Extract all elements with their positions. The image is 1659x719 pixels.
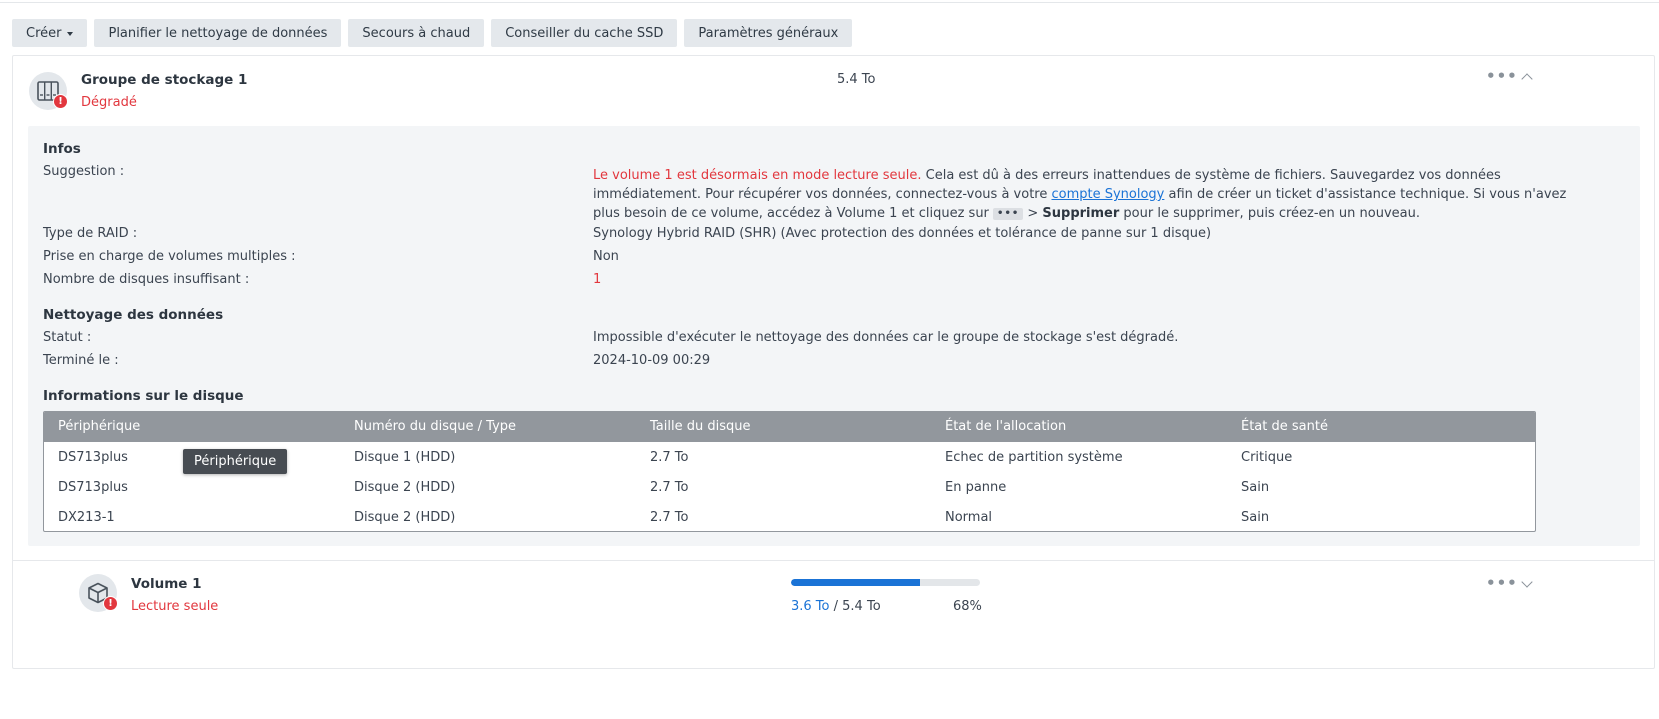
pool-size: 5.4 To bbox=[837, 72, 876, 87]
collapse-chevron-up-icon[interactable] bbox=[1521, 73, 1533, 85]
scrubbing-finished-value: 2024-10-09 00:29 bbox=[593, 353, 711, 368]
missing-disks-label: Nombre de disques insuffisant : bbox=[43, 272, 250, 287]
volume-usage-text: 3.6 To / 5.4 To bbox=[791, 599, 881, 614]
suggestion-label: Suggestion : bbox=[43, 164, 125, 179]
suggestion-text: Le volume 1 est désormais en mode lectur… bbox=[593, 166, 1593, 223]
storage-pool-icon: ! bbox=[29, 72, 68, 110]
volume-title: Volume 1 bbox=[131, 576, 202, 592]
cell-allocation: Normal bbox=[945, 510, 993, 525]
scrubbing-finished-label: Terminé le : bbox=[43, 353, 119, 368]
hot-spare-button[interactable]: Secours à chaud bbox=[348, 19, 485, 47]
scrubbing-section-title: Nettoyage des données bbox=[43, 307, 224, 323]
volume-usage-separator: / bbox=[829, 599, 843, 614]
cell-health: Sain bbox=[1241, 510, 1270, 525]
scrubbing-status-label: Statut : bbox=[43, 330, 92, 345]
volume-used: 3.6 To bbox=[791, 599, 830, 614]
cell-device: DS713plus bbox=[58, 480, 128, 495]
raid-type-label: Type de RAID : bbox=[43, 226, 138, 241]
cell-allocation: En panne bbox=[945, 480, 1007, 495]
cell-health: Critique bbox=[1241, 450, 1293, 465]
suggestion-part4: pour le supprimer, puis créez-en un nouv… bbox=[1119, 206, 1420, 221]
ssd-cache-advisor-button[interactable]: Conseiller du cache SSD bbox=[491, 19, 678, 47]
storage-pool-card: ! Groupe de stockage 1 Dégradé 5.4 To ••… bbox=[12, 55, 1655, 669]
schedule-scrubbing-button[interactable]: Planifier le nettoyage de données bbox=[94, 19, 342, 47]
scrubbing-status-value: Impossible d'exécuter le nettoyage des d… bbox=[593, 330, 1179, 345]
missing-disks-value: 1 bbox=[593, 272, 602, 287]
pool-status: Dégradé bbox=[81, 95, 137, 110]
cell-allocation: Echec de partition système bbox=[945, 450, 1123, 465]
cell-health: Sain bbox=[1241, 480, 1270, 495]
col-header-size[interactable]: Taille du disque bbox=[650, 419, 750, 434]
toolbar: Créer Planifier le nettoyage de données … bbox=[12, 19, 853, 47]
pool-title: Groupe de stockage 1 bbox=[81, 72, 248, 88]
expand-chevron-down-icon[interactable] bbox=[1521, 576, 1533, 588]
col-header-disk[interactable]: Numéro du disque / Type bbox=[354, 419, 516, 434]
disk-info-section-title: Informations sur le disque bbox=[43, 388, 244, 404]
cell-size: 2.7 To bbox=[650, 450, 689, 465]
cell-disk: Disque 1 (HDD) bbox=[354, 450, 456, 465]
suggestion-part3: > bbox=[1023, 206, 1043, 221]
volume-more-icon[interactable]: ••• bbox=[1486, 574, 1518, 592]
volume-total: 5.4 To bbox=[842, 599, 881, 614]
create-button[interactable]: Créer bbox=[12, 19, 88, 47]
pool-more-icon[interactable]: ••• bbox=[1486, 67, 1518, 85]
cell-device: DS713plus bbox=[58, 450, 128, 465]
create-button-label: Créer bbox=[26, 25, 62, 41]
caret-down-icon bbox=[67, 32, 74, 36]
cell-disk: Disque 2 (HDD) bbox=[354, 480, 456, 495]
volume-usage-bar bbox=[791, 579, 980, 586]
general-settings-button[interactable]: Paramètres généraux bbox=[684, 19, 853, 47]
more-dots-icon: ••• bbox=[993, 208, 1024, 220]
col-header-device[interactable]: Périphérique bbox=[58, 419, 140, 434]
pool-info-panel: Infos Suggestion : Le volume 1 est désor… bbox=[28, 126, 1640, 546]
volume-cube-icon: ! bbox=[79, 574, 118, 612]
error-badge-icon: ! bbox=[103, 596, 118, 611]
cell-device: DX213-1 bbox=[58, 510, 115, 525]
synology-account-link[interactable]: compte Synology bbox=[1051, 187, 1164, 202]
cell-disk: Disque 2 (HDD) bbox=[354, 510, 456, 525]
volume-status: Lecture seule bbox=[131, 599, 219, 614]
section-divider bbox=[13, 560, 1654, 561]
disk-table: Périphérique Numéro du disque / Type Tai… bbox=[43, 411, 1536, 532]
suggestion-delete: Supprimer bbox=[1042, 206, 1120, 221]
error-badge-icon: ! bbox=[53, 94, 68, 109]
col-header-allocation[interactable]: État de l'allocation bbox=[945, 419, 1066, 434]
top-divider bbox=[0, 2, 1659, 3]
col-header-health[interactable]: État de santé bbox=[1241, 419, 1328, 434]
device-tooltip: Périphérique bbox=[183, 449, 288, 474]
volume-usage-percent: 68% bbox=[953, 599, 982, 614]
volume-usage-fill bbox=[791, 579, 920, 586]
infos-section-title: Infos bbox=[43, 141, 81, 157]
suggestion-warning: Le volume 1 est désormais en mode lectur… bbox=[593, 168, 922, 183]
raid-type-value: Synology Hybrid RAID (SHR) (Avec protect… bbox=[593, 226, 1212, 241]
cell-size: 2.7 To bbox=[650, 480, 689, 495]
multi-volume-value: Non bbox=[593, 249, 619, 264]
multi-volume-label: Prise en charge de volumes multiples : bbox=[43, 249, 296, 264]
cell-size: 2.7 To bbox=[650, 510, 689, 525]
disk-table-header: Périphérique Numéro du disque / Type Tai… bbox=[44, 412, 1535, 442]
